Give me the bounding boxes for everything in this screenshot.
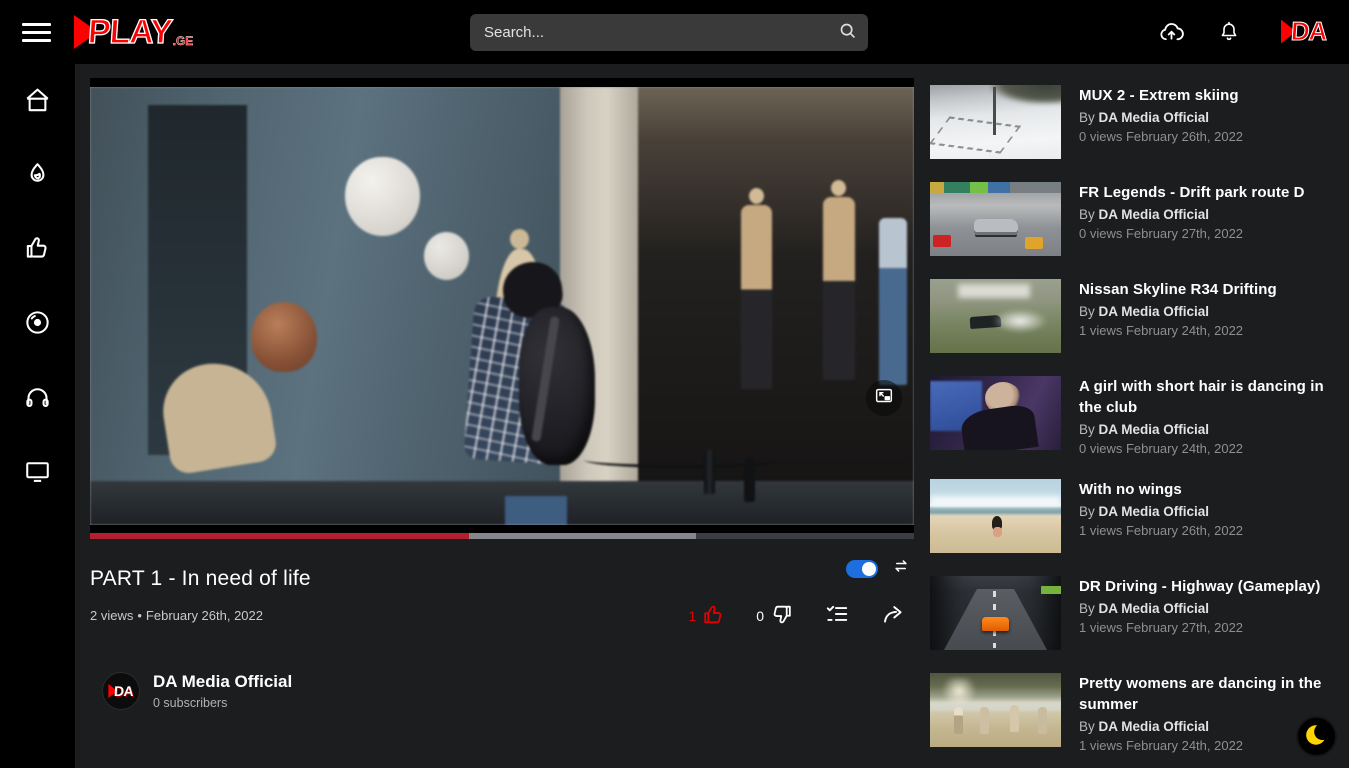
video-list-item[interactable]: MUX 2 - Extrem skiing By DA Media Offici…	[930, 85, 1349, 159]
view-count: 2 views	[90, 608, 134, 623]
sidebar-item-audio[interactable]	[23, 382, 52, 411]
channel-row: DA DA Media Official 0 subscribers	[102, 672, 914, 710]
like-button[interactable]: 1	[688, 602, 726, 630]
video-list-title[interactable]: Nissan Skyline R34 Drifting	[1079, 279, 1334, 300]
sidebar-item-liked[interactable]	[23, 233, 52, 262]
search-input[interactable]	[470, 24, 828, 41]
video-list-channel: By DA Media Official	[1079, 504, 1210, 519]
video-list-channel: By DA Media Official	[1079, 304, 1210, 319]
logo-suffix: .GE	[172, 34, 194, 48]
search-bar	[470, 14, 868, 51]
search-icon	[837, 20, 859, 45]
share-button[interactable]	[880, 601, 906, 630]
sidebar-item-tv[interactable]	[23, 456, 52, 485]
progress-played	[90, 533, 470, 539]
autoplay-toggle[interactable]	[846, 559, 878, 578]
video-thumbnail[interactable]	[930, 479, 1061, 553]
video-list-meta: 0 views February 26th, 2022	[1079, 129, 1244, 144]
dislike-count: 0	[756, 607, 764, 624]
sidebar-item-home[interactable]	[23, 86, 52, 115]
video-thumbnail[interactable]	[930, 182, 1061, 256]
channel-name[interactable]: DA Media Official	[153, 672, 292, 692]
thumbs-down-icon	[769, 602, 794, 630]
swap-arrows-icon[interactable]	[890, 555, 912, 582]
pip-icon	[873, 385, 895, 412]
recommended-list: MUX 2 - Extrem skiing By DA Media Offici…	[925, 64, 1349, 768]
video-list-meta: 1 views February 27th, 2022	[1079, 620, 1244, 635]
video-thumbnail[interactable]	[930, 576, 1061, 650]
video-list-channel: By DA Media Official	[1079, 601, 1210, 616]
site-logo[interactable]: PLAY .GE	[74, 8, 193, 56]
dislike-button[interactable]: 0	[756, 602, 794, 630]
video-list-item[interactable]: Pretty womens are dancing in the summer …	[930, 673, 1349, 753]
main-content: PART 1 - In need of life 2 views • Februar…	[75, 64, 925, 768]
video-list-meta: 1 views February 26th, 2022	[1079, 523, 1244, 538]
video-title: PART 1 - In need of life	[90, 567, 311, 590]
video-thumbnail[interactable]	[930, 673, 1061, 747]
da-logo-text: DA	[1289, 16, 1328, 47]
logo-text: PLAY	[86, 12, 174, 51]
video-player[interactable]	[90, 78, 914, 539]
subscriber-count: 0 subscribers	[153, 696, 228, 710]
channel-avatar[interactable]: DA	[102, 672, 140, 710]
top-bar: PLAY .GE DA	[0, 0, 1349, 64]
like-count: 1	[688, 607, 697, 624]
add-to-playlist-button[interactable]	[824, 601, 850, 630]
video-list-item[interactable]: DR Driving - Highway (Gameplay) By DA Me…	[930, 576, 1349, 650]
share-arrow-icon	[880, 601, 906, 630]
notifications-bell-icon[interactable]	[1217, 20, 1241, 44]
video-list-item[interactable]: FR Legends - Drift park route D By DA Me…	[930, 182, 1349, 256]
video-thumbnail[interactable]	[930, 85, 1061, 159]
upload-cloud-icon[interactable]	[1158, 19, 1185, 46]
video-thumbnail[interactable]	[930, 376, 1061, 450]
video-list-meta: 0 views February 27th, 2022	[1079, 226, 1244, 241]
profile-da-logo[interactable]: DA	[1281, 16, 1328, 47]
video-list-item[interactable]: Nissan Skyline R34 Drifting By DA Media …	[930, 279, 1349, 353]
video-list-title[interactable]: With no wings	[1079, 479, 1334, 500]
progress-bar[interactable]	[90, 533, 914, 539]
video-list-title[interactable]: DR Driving - Highway (Gameplay)	[1079, 576, 1334, 597]
video-list-title[interactable]: FR Legends - Drift park route D	[1079, 182, 1334, 203]
video-list-title[interactable]: A girl with short hair is dancing in the…	[1079, 376, 1334, 418]
video-list-channel: By DA Media Official	[1079, 110, 1210, 125]
video-list-meta: 0 views February 24th, 2022	[1079, 441, 1244, 456]
search-button[interactable]	[828, 14, 868, 51]
playlist-add-icon	[824, 601, 850, 630]
publish-date: February 26th, 2022	[145, 608, 263, 623]
video-meta: 2 views • February 26th, 2022	[90, 608, 263, 623]
video-frame	[90, 87, 914, 525]
thumbs-up-icon	[701, 602, 726, 630]
video-list-channel: By DA Media Official	[1079, 422, 1210, 437]
video-list-meta: 1 views February 24th, 2022	[1079, 323, 1244, 338]
video-thumbnail[interactable]	[930, 279, 1061, 353]
picture-in-picture-button[interactable]	[866, 380, 902, 416]
moon-icon	[1304, 722, 1331, 751]
video-list-item[interactable]: With no wings By DA Media Official 1 vie…	[930, 479, 1349, 553]
video-list-channel: By DA Media Official	[1079, 207, 1210, 222]
video-list-title[interactable]: Pretty womens are dancing in the summer	[1079, 673, 1334, 715]
sidebar-item-disc[interactable]	[23, 308, 52, 337]
video-info: PART 1 - In need of life 2 views • Februar…	[90, 553, 914, 710]
video-scene-art	[90, 87, 914, 525]
video-list-title[interactable]: MUX 2 - Extrem skiing	[1079, 85, 1334, 106]
sidebar-item-trending[interactable]	[23, 160, 52, 189]
video-list-item[interactable]: A girl with short hair is dancing in the…	[930, 376, 1349, 456]
menu-icon[interactable]	[22, 18, 51, 46]
dark-mode-toggle[interactable]	[1296, 716, 1337, 757]
left-sidebar	[0, 64, 75, 768]
